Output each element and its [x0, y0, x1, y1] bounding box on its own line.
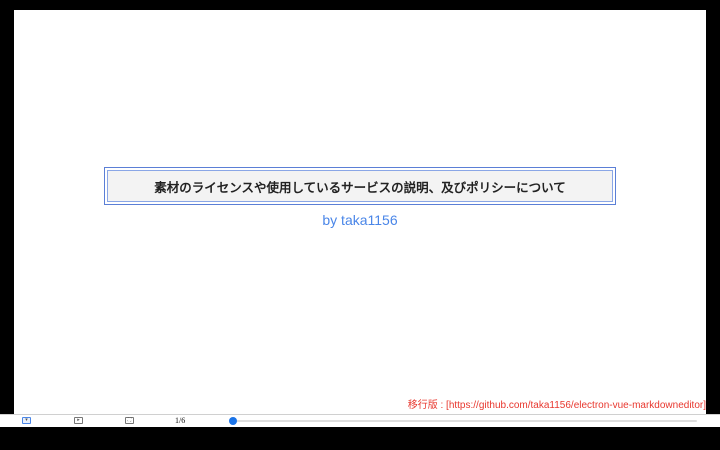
chevron-down-icon[interactable]: ▾: [22, 417, 31, 424]
slide-title-box: 素材のライセンスや使用しているサービスの説明、及びポリシーについて: [104, 167, 616, 205]
fullscreen-icon[interactable]: ⛶: [125, 417, 134, 424]
slide-byline: by taka1156: [322, 212, 398, 228]
slide-title: 素材のライセンスや使用しているサービスの説明、及びポリシーについて: [107, 170, 613, 202]
chevron-right-icon[interactable]: ▸: [74, 417, 83, 424]
slide: 素材のライセンスや使用しているサービスの説明、及びポリシーについて by tak…: [14, 10, 706, 414]
presentation-controls: ▾ ▸ ⛶ 1/6: [0, 414, 720, 427]
progress-knob[interactable]: [229, 417, 237, 425]
slide-footer-link[interactable]: 移行版 : [https://github.com/taka1156/elect…: [408, 396, 706, 411]
page-indicator: 1/6: [175, 416, 186, 425]
progress-track[interactable]: [229, 417, 697, 425]
